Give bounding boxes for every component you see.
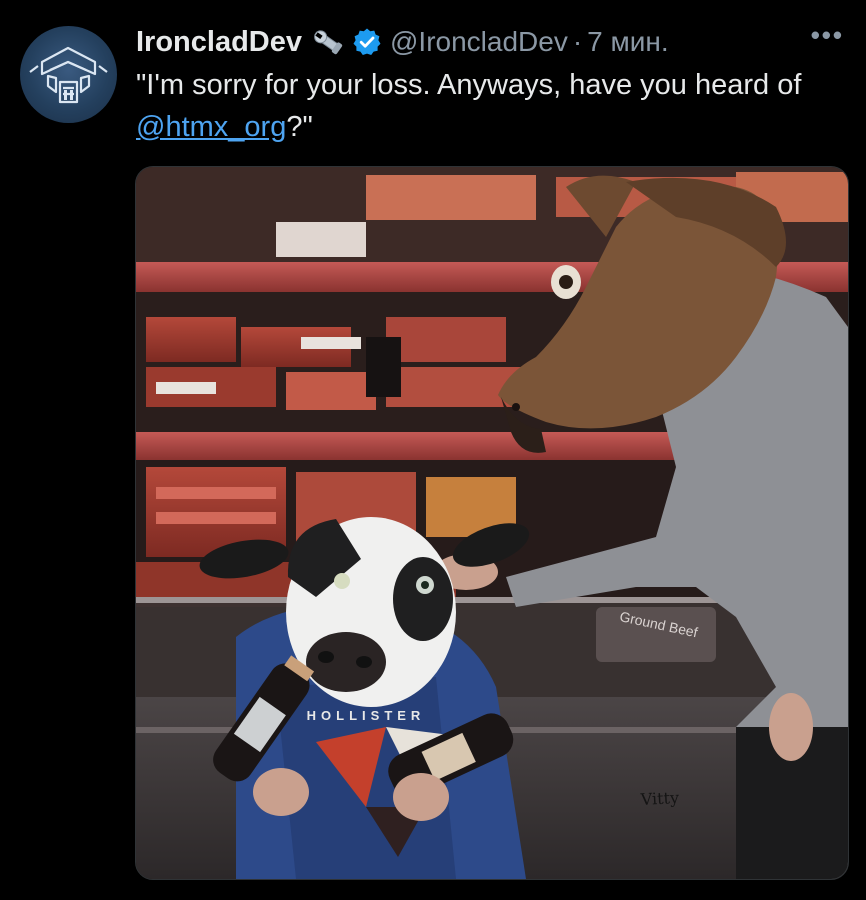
timestamp[interactable]: 7 мин. — [587, 26, 668, 58]
tweet-header: IroncladDev @IroncladDev · 7 мин. — [136, 22, 669, 62]
tweet-image[interactable]: Ground Beef HOLLISTER Vitty — [135, 166, 849, 880]
tweet-text: "I'm sorry for your loss. Anyways, have … — [136, 64, 826, 148]
mention-link[interactable]: @htmx_org — [136, 111, 286, 143]
separator-dot: · — [572, 26, 583, 57]
tweet-text-part1: "I'm sorry for your loss. Anyways, have … — [136, 69, 802, 101]
watermark-text: Vitty — [639, 788, 679, 809]
tweet-text-part2: ?" — [286, 111, 313, 143]
avatar[interactable] — [20, 26, 117, 123]
more-icon[interactable]: ••• — [811, 20, 844, 51]
avatar-logo-icon — [29, 46, 108, 104]
wrench-icon — [310, 26, 346, 58]
user-handle[interactable]: @IroncladDev — [390, 26, 568, 58]
bottom-divider — [0, 888, 866, 900]
display-name[interactable]: IroncladDev — [136, 26, 302, 59]
verified-badge-icon — [352, 27, 382, 57]
shirt-text: HOLLISTER — [307, 708, 426, 723]
meme-photo: Ground Beef HOLLISTER Vitty — [136, 167, 848, 879]
